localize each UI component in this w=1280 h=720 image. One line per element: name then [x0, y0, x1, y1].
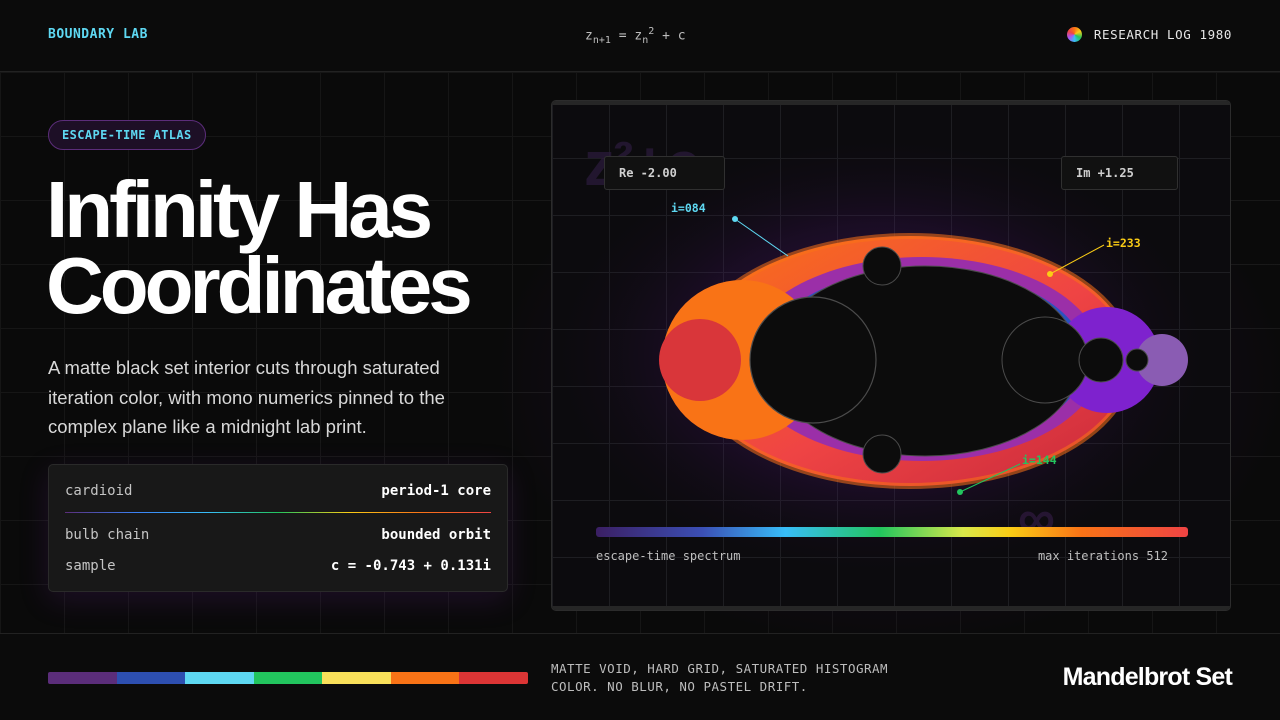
spec-key: bulb chain [65, 527, 150, 543]
palette-swatch-red [459, 672, 528, 684]
spec-value: period-1 core [381, 483, 491, 499]
footer-title: Mandelbrot Set [1062, 663, 1233, 691]
brand-logo-text[interactable]: BOUNDARY LAB [48, 27, 148, 42]
spectrum-divider [65, 512, 491, 513]
right-tiny-bulb [1125, 348, 1149, 372]
formula-z: z [585, 28, 593, 44]
spec-row-cardioid: cardioid period-1 core [65, 481, 491, 501]
research-log-label: RESEARCH LOG 1980 [1093, 27, 1232, 42]
red-bulb [659, 319, 741, 401]
style-note: MATTE VOID, HARD GRID, SATURATED HISTOGR… [551, 660, 911, 696]
title-line-1: Infinity Has [46, 165, 433, 254]
title-line-2: Coordinates [46, 241, 473, 330]
spectrum-label: escape-time spectrum [596, 549, 741, 563]
coord-re-readout: Re -2.00 [604, 156, 725, 190]
style-note-line-2: COLOR. NO BLUR, NO PASTEL DRIFT. [551, 679, 808, 694]
header-formula: zn+1 = zn2 + c [585, 26, 686, 46]
bottom-bar: MATTE VOID, HARD GRID, SATURATED HISTOGR… [0, 633, 1280, 720]
probe-label-084: i=084 [671, 201, 706, 215]
palette-swatch-blue [116, 672, 185, 684]
right-bulb [1001, 316, 1089, 404]
lede-paragraph: A matte black set interior cuts through … [48, 357, 445, 437]
spec-card: cardioid period-1 core bulb chain bounde… [48, 464, 508, 592]
formula-equals: = [610, 28, 635, 44]
top-bar: BOUNDARY LAB zn+1 = zn2 + c RESEARCH LOG… [0, 0, 1280, 72]
palette-swatch-cyan [185, 672, 254, 684]
max-iterations-label: max iterations 512 [1037, 549, 1168, 563]
palette-swatch-purple [48, 672, 117, 684]
right-small-bulb [1078, 337, 1124, 383]
probe-dot-144[interactable] [957, 489, 963, 495]
period-2-bulb [749, 296, 877, 424]
style-note-line-1: MATTE VOID, HARD GRID, SATURATED HISTOGR… [551, 661, 889, 676]
mandelbrot-figure-panel: z²+c ∞ [551, 100, 1231, 611]
spec-row-sample: sample c = -0.743 + 0.131i [65, 556, 491, 576]
palette-swatch-yellow [322, 672, 391, 684]
probe-dot-084[interactable] [732, 216, 738, 222]
spec-value: c = -0.743 + 0.131i [330, 558, 491, 574]
spec-value: bounded orbit [381, 527, 491, 543]
spectrum-dot-icon [1066, 27, 1082, 42]
research-log-link[interactable]: RESEARCH LOG 1980 [1066, 27, 1232, 42]
coord-im-readout: Im +1.25 [1061, 156, 1178, 190]
atlas-badge: ESCAPE-TIME ATLAS [48, 120, 206, 150]
escape-time-spectrum-bar [596, 527, 1188, 537]
page-title: Infinity Has Coordinates [46, 165, 566, 330]
panel-bottom-edge [552, 606, 1230, 610]
probe-dot-233[interactable] [1047, 271, 1053, 277]
formula-sub-n1: n+1 [592, 34, 611, 46]
probe-label-233: i=233 [1106, 236, 1141, 250]
spec-row-bulb-chain: bulb chain bounded orbit [65, 525, 491, 545]
palette-swatch-green [253, 672, 322, 684]
probe-label-144: i=144 [1022, 453, 1057, 467]
bottom-bulb [862, 434, 902, 474]
top-bulb [862, 246, 902, 286]
formula-plus-c: + c [654, 28, 686, 44]
palette-strip [48, 672, 528, 684]
palette-swatch-orange [390, 672, 459, 684]
spec-key: cardioid [65, 483, 133, 499]
spec-key: sample [65, 558, 116, 574]
